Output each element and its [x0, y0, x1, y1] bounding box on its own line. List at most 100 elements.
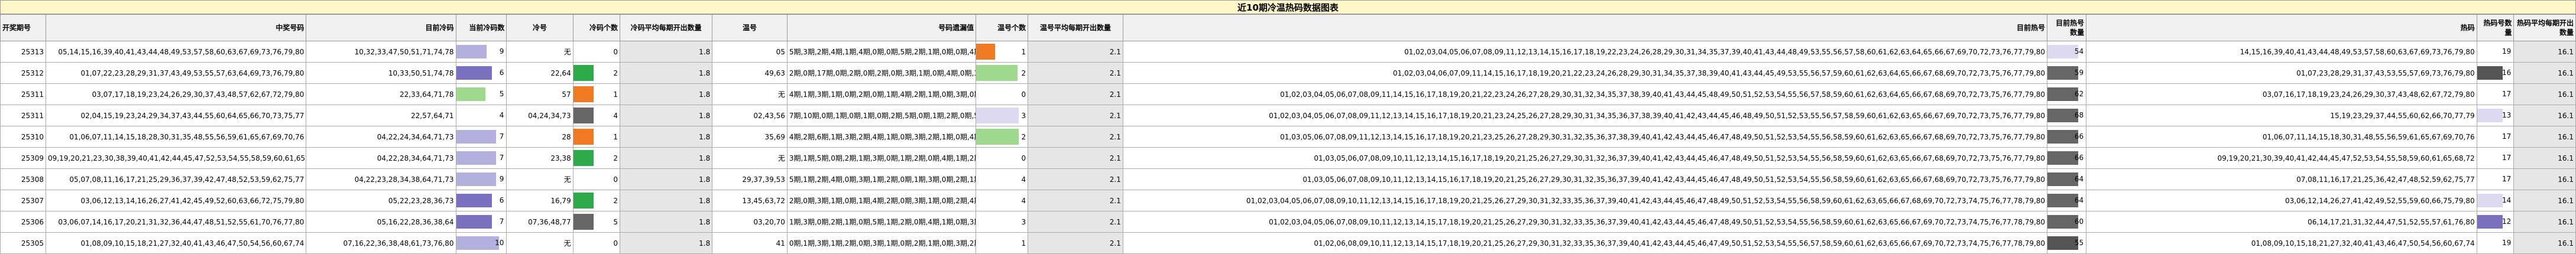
warm-hit-count-marker	[976, 108, 1019, 123]
column-header[interactable]: 目前热号	[1122, 14, 2048, 41]
cold-count: 6	[455, 190, 507, 211]
warm-hit-numbers: 41	[712, 232, 788, 254]
cold-hit-numbers: 22,64	[506, 62, 573, 84]
table-row[interactable]: 25313 05,14,15,16,39,40,41,43,44,48,49,53…	[0, 41, 2576, 63]
warm-hit-count: 3	[976, 211, 1029, 233]
hot-hit-numbers: 09,19,20,21,30,39,40,41,42,44,45,47,52,5…	[2086, 147, 2477, 169]
warm-average: 2.1	[1028, 83, 1123, 105]
warm-hit-count-value: 3	[1021, 217, 1026, 226]
warm-hit-count: 1	[976, 232, 1029, 254]
omission-values-value: 5期,1期,2期,4期,0期,3期,1期,2期,0期,1期,3期,0期,2期,1…	[789, 175, 976, 184]
column-header[interactable]: 冷码平均每期开出数量	[619, 14, 713, 41]
warm-hit-numbers: 无	[712, 83, 788, 105]
hot-hit-count: 14	[2476, 190, 2515, 211]
table-row[interactable]: 25310 01,06,07,11,14,15,18,28,30,31,35,48…	[0, 126, 2576, 148]
cold-numbers: 04,22,28,34,64,71,73	[306, 147, 456, 169]
hot-hit-numbers: 01,07,23,28,29,31,37,43,53,55,57,69,73,7…	[2086, 62, 2477, 84]
hot-count-value: 60	[2074, 217, 2084, 226]
warm-hit-count-value: 0	[1021, 154, 1026, 162]
table-row[interactable]: 25312 01,07,22,23,28,29,31,37,43,49,53,55…	[0, 62, 2576, 84]
warm-average: 2.1	[1028, 62, 1123, 84]
hot-count: 64	[2047, 190, 2087, 211]
omission-values: 3期,1期,5期,0期,2期,1期,3期,0期,1期,2期,0期,4期,1期,2…	[786, 147, 977, 169]
hot-hit-count: 17	[2476, 83, 2515, 105]
table-row[interactable]: 25305 01,08,09,10,15,18,21,27,32,40,41,43…	[0, 232, 2576, 254]
hot-numbers: 01,02,03,04,05,06,07,08,09,10,11,12,13,1…	[1122, 211, 2048, 233]
omission-values-value: 4期,1期,3期,1期,0期,2期,0期,1期,4期,2期,1期,0期,3期,0…	[789, 90, 976, 99]
column-header[interactable]: 号码遗漏值	[786, 14, 977, 41]
column-header[interactable]: 冷号	[506, 14, 573, 41]
hot-count: 66	[2047, 126, 2087, 148]
column-header[interactable]: 热码	[2086, 14, 2477, 41]
issue-number: 25312	[0, 62, 47, 84]
column-header[interactable]: 目前冷码	[306, 14, 456, 41]
column-header[interactable]: 温号平均每期开出数量	[1028, 14, 1123, 41]
winning-numbers: 03,07,17,18,19,23,24,26,29,30,37,43,48,5…	[46, 83, 307, 105]
column-header[interactable]: 温号个数	[976, 14, 1029, 41]
table-row[interactable]: 25307 03,06,12,13,14,16,26,27,41,42,45,49…	[0, 190, 2576, 211]
hot-numbers: 01,02,03,04,05,06,07,08,09,10,11,12,13,1…	[1122, 190, 2048, 211]
cold-hit-count: 2	[572, 62, 620, 84]
hot-hit-count: 12	[2476, 211, 2515, 233]
column-header[interactable]: 温号	[712, 14, 788, 41]
cold-hit-count: 2	[572, 147, 620, 169]
hot-hit-numbers: 14,15,16,39,40,41,43,44,48,49,53,57,58,6…	[2086, 41, 2477, 63]
warm-average: 2.1	[1028, 126, 1123, 148]
cold-hit-numbers: 16,79	[506, 190, 573, 211]
column-header[interactable]: 热码平均每期开出数量	[2513, 14, 2576, 41]
cold-hit-numbers: 无	[506, 41, 573, 63]
hot-count: 62	[2047, 83, 2087, 105]
cold-count-value: 5	[499, 90, 504, 98]
warm-hit-numbers: 03,20,70	[712, 211, 788, 233]
cold-hit-count: 0	[572, 41, 620, 63]
omission-values-value: 1期,3期,0期,2期,1期,0期,5期,1期,2期,0期,4期,1期,0期,3…	[789, 218, 976, 226]
hot-hit-count-value: 17	[2502, 175, 2512, 183]
warm-hit-count: 1	[976, 41, 1029, 63]
winning-numbers: 05,14,15,16,39,40,41,43,44,48,49,53,57,5…	[46, 41, 307, 63]
column-header[interactable]: 冷码个数	[572, 14, 620, 41]
hot-hit-count-value: 17	[2502, 132, 2512, 141]
cold-count: 6	[455, 62, 507, 84]
hot-count-value: 68	[2074, 111, 2084, 119]
column-header[interactable]: 热码号数量	[2476, 14, 2515, 41]
omission-values-value: 4期,2期,6期,1期,3期,2期,4期,1期,0期,3期,2期,1期,0期,4…	[789, 133, 976, 141]
warm-hit-numbers: 无	[712, 147, 788, 169]
table-row[interactable]: 25308 05,07,08,11,16,17,21,25,29,36,37,39…	[0, 168, 2576, 190]
hot-count-value: 64	[2074, 196, 2084, 204]
hot-hit-numbers: 01,06,07,11,14,15,18,30,31,48,55,56,59,6…	[2086, 126, 2477, 148]
hot-hit-count-value: 16	[2502, 69, 2512, 77]
cold-hit-numbers: 无	[506, 232, 573, 254]
winning-numbers: 09,19,20,21,23,30,38,39,40,41,42,44,45,4…	[46, 147, 307, 169]
cold-hit-numbers: 57	[506, 83, 573, 105]
cold-count-value: 7	[499, 132, 504, 141]
warm-hit-numbers: 29,37,39,53	[712, 168, 788, 190]
column-header[interactable]: 中奖号码	[46, 14, 307, 41]
omission-values-value: 0期,1期,3期,1期,2期,0期,3期,1期,0期,2期,1期,0期,3期,2…	[789, 239, 976, 248]
column-header[interactable]: 目前热号数量	[2047, 14, 2087, 41]
table-row[interactable]: 25311 03,07,17,18,19,23,24,26,29,30,37,43…	[0, 83, 2576, 105]
column-header[interactable]: 开奖期号	[0, 14, 47, 41]
cold-hit-count: 0	[572, 232, 620, 254]
hot-numbers: 01,02,03,04,05,06,07,08,09,11,14,15,16,1…	[1122, 83, 2048, 105]
table-row[interactable]: 25309 09,19,20,21,23,30,38,39,40,41,42,44…	[0, 147, 2576, 169]
cold-count-value: 6	[499, 196, 504, 204]
cold-hit-count-marker	[573, 193, 594, 209]
table-row[interactable]: 25306 03,06,07,14,16,17,20,21,31,32,36,44…	[0, 211, 2576, 233]
cold-hit-count-value: 0	[613, 175, 618, 184]
hot-average: 16.1	[2513, 41, 2576, 63]
hot-count-value: 54	[2074, 47, 2084, 56]
omission-values: 2期,0期,3期,1期,0期,1期,4期,2期,0期,3期,1期,0期,2期,4…	[786, 190, 977, 211]
hot-count: 68	[2047, 105, 2087, 126]
omission-values-value: 7期,10期,0期,1期,0期,1期,0期,2期,5期,0期,1期,2期,0期,…	[789, 112, 976, 120]
table-row[interactable]: 25311 02,04,15,19,23,24,29,34,37,43,44,55…	[0, 105, 2576, 126]
issue-number: 25308	[0, 168, 47, 190]
warm-average: 2.1	[1028, 168, 1123, 190]
cold-count: 7	[455, 147, 507, 169]
hot-hit-numbers: 03,06,12,14,26,27,41,42,49,52,55,59,60,6…	[2086, 190, 2477, 211]
cold-hit-count: 0	[572, 168, 620, 190]
cold-count-value: 7	[499, 154, 504, 162]
hot-average: 16.1	[2513, 147, 2576, 169]
column-header[interactable]: 当前冷码数	[455, 14, 507, 41]
hot-count-value: 64	[2074, 175, 2084, 183]
hot-numbers: 01,02,03,04,05,06,07,08,09,11,12,13,14,1…	[1122, 105, 2048, 126]
